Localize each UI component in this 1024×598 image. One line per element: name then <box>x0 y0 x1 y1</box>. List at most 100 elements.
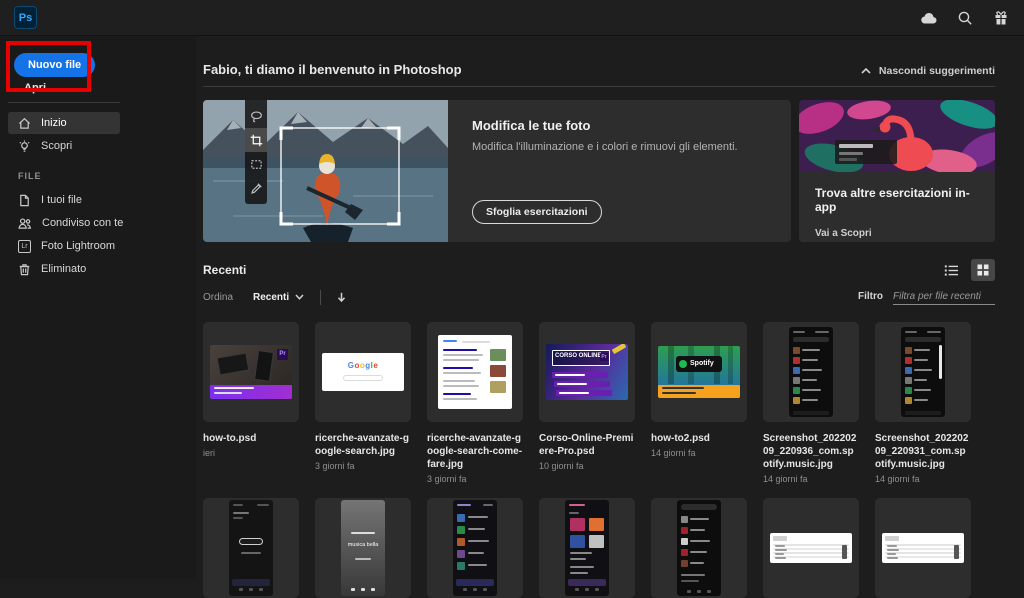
recent-file[interactable]: Pr how-to.psd ieri <box>203 322 299 484</box>
sort-value: Recenti <box>253 292 289 303</box>
hero-card-modifica-foto[interactable]: Modifica le tue foto Modifica l'illumina… <box>203 100 791 242</box>
file-name: how-to.psd <box>203 432 299 445</box>
recent-file-tile[interactable] <box>875 322 971 422</box>
recent-file[interactable] <box>427 498 523 598</box>
sort-direction-icon[interactable] <box>337 292 346 303</box>
eyedropper-icon[interactable] <box>245 176 267 200</box>
hero-image-canoe <box>203 100 448 242</box>
recent-file-tile[interactable]: Pr <box>203 322 299 422</box>
recent-file-tile[interactable] <box>427 498 523 598</box>
recent-file[interactable]: ricerche-avanzate-google-search-come-far… <box>427 322 523 484</box>
sidebar-section-file: FILE <box>18 171 188 181</box>
hero-text: Modifica le tue foto Modifica l'illumina… <box>448 100 762 242</box>
filter-label: Filtro <box>858 291 883 302</box>
recent-file[interactable]: CORSO ONLINE Pr Corso-Online-Premiere-Pr… <box>539 322 635 484</box>
recent-file-tile[interactable]: Google <box>315 322 411 422</box>
side-card-title: Trova altre esercitazioni in-app <box>799 172 995 214</box>
sidebar-item-label: Eliminato <box>41 263 86 275</box>
recent-files-row-1: Pr how-to.psd ieri Google ricerche-avanza… <box>203 322 995 484</box>
grid-view-icon[interactable] <box>971 259 995 281</box>
lightroom-icon: Lr <box>18 240 31 253</box>
marquee-icon[interactable] <box>245 152 267 176</box>
lasso-icon[interactable] <box>245 104 267 128</box>
chevron-down-icon <box>295 294 304 300</box>
document-icon <box>18 194 31 207</box>
sidebar-item-label: Foto Lightroom <box>41 240 115 252</box>
hide-suggestions-button[interactable]: Nascondi suggerimenti <box>861 65 995 77</box>
thumbnail-phone-list-red <box>677 500 721 596</box>
hide-suggestions-label: Nascondi suggerimenti <box>879 65 995 77</box>
sidebar: Nuovo file Apri Inizio Scopri FILE I tuo… <box>0 36 196 579</box>
recent-file[interactable] <box>875 498 971 598</box>
recent-file-tile[interactable] <box>539 498 635 598</box>
file-name: how-to2.psd <box>651 432 747 445</box>
filter-input[interactable] <box>893 289 995 305</box>
side-card-esercitazioni[interactable]: Trova altre esercitazioni in-app Vai a S… <box>799 100 995 242</box>
file-name: Screenshot_20220209_220931_com.spotify.m… <box>875 432 971 471</box>
recent-file[interactable]: Screenshot_20220209_220936_com.spotify.m… <box>763 322 859 484</box>
recent-file[interactable]: Google ricerche-avanzate-google-search.j… <box>315 322 411 484</box>
sort-label: Ordina <box>203 292 233 303</box>
tool-strip-overlay <box>245 100 267 204</box>
recents-controls: Ordina Recenti Filtro <box>203 289 995 305</box>
recent-file[interactable] <box>203 498 299 598</box>
thumbnail-phone-music-grid <box>565 500 609 596</box>
sidebar-item-i-tuoi-file[interactable]: I tuoi file <box>8 189 188 211</box>
sidebar-item-foto-lightroom[interactable]: Lr Foto Lightroom <box>8 235 188 257</box>
thumbnail-google-results <box>438 335 512 409</box>
sidebar-item-label: I tuoi file <box>41 194 82 206</box>
people-icon <box>18 217 32 230</box>
main-content: Fabio, ti diamo il benvenuto in Photosho… <box>196 36 1024 579</box>
new-file-button[interactable]: Nuovo file <box>14 53 95 77</box>
crop-icon[interactable] <box>245 128 267 152</box>
sidebar-item-eliminato[interactable]: Eliminato <box>8 258 188 280</box>
thumbnail-white-table <box>882 533 964 563</box>
file-date: ieri <box>203 448 299 458</box>
sidebar-item-condiviso-con-te[interactable]: Condiviso con te <box>8 212 188 234</box>
recent-file-tile[interactable] <box>763 322 859 422</box>
file-date: 14 giorni fa <box>763 474 859 484</box>
browse-tutorials-button[interactable]: Sfoglia esercitazioni <box>472 200 602 224</box>
gift-icon[interactable] <box>992 9 1010 27</box>
list-view-icon[interactable] <box>939 259 963 281</box>
recent-file[interactable]: musica bella <box>315 498 411 598</box>
file-date: 10 giorni fa <box>539 461 635 471</box>
open-button[interactable]: Apri <box>24 82 46 94</box>
hero-title: Modifica le tue foto <box>472 118 738 133</box>
recent-file-tile[interactable] <box>763 498 859 598</box>
recent-file-tile[interactable]: Spotify <box>651 322 747 422</box>
recent-file[interactable] <box>651 498 747 598</box>
recent-file-tile[interactable] <box>875 498 971 598</box>
recent-file-tile[interactable]: musica bella <box>315 498 411 598</box>
flamingo-image <box>799 100 995 172</box>
recent-file[interactable] <box>539 498 635 598</box>
lightbulb-icon <box>18 140 31 153</box>
search-icon[interactable] <box>956 9 974 27</box>
thumbnail-phone-list <box>789 327 833 417</box>
recent-file-tile[interactable] <box>427 322 523 422</box>
recent-file-tile[interactable] <box>651 498 747 598</box>
hero-subtitle: Modifica l'illuminazione e i colori e ri… <box>472 141 738 153</box>
sidebar-item-label: Inizio <box>41 117 67 129</box>
sort-select[interactable]: Recenti <box>253 292 304 303</box>
recent-file[interactable]: Screenshot_20220209_220931_com.spotify.m… <box>875 322 971 484</box>
recent-file[interactable] <box>763 498 859 598</box>
cloud-icon[interactable] <box>920 9 938 27</box>
sidebar-item-scopri[interactable]: Scopri <box>8 135 188 157</box>
sort-separator <box>320 290 321 305</box>
thumbnail-phone-dark-button <box>229 500 273 596</box>
welcome-title: Fabio, ti diamo il benvenuto in Photosho… <box>203 62 462 77</box>
thumbnail-phone-music-list <box>453 500 497 596</box>
photoshop-logo[interactable]: Ps <box>14 6 37 29</box>
go-to-discover-link[interactable]: Vai a Scopri <box>799 214 995 239</box>
sidebar-item-label: Scopri <box>41 140 72 152</box>
recent-file[interactable]: Spotify how-to2.psd 14 giorni fa <box>651 322 747 484</box>
file-date: 14 giorni fa <box>651 448 747 458</box>
recent-file-tile[interactable] <box>203 498 299 598</box>
filter-group: Filtro <box>858 289 995 305</box>
sort-group: Ordina Recenti <box>203 290 346 305</box>
thumbnail-google-home: Google <box>322 353 404 391</box>
sidebar-item-inizio[interactable]: Inizio <box>8 112 120 134</box>
thumbnail-corso-online: CORSO ONLINE Pr <box>546 344 628 400</box>
recent-file-tile[interactable]: CORSO ONLINE Pr <box>539 322 635 422</box>
